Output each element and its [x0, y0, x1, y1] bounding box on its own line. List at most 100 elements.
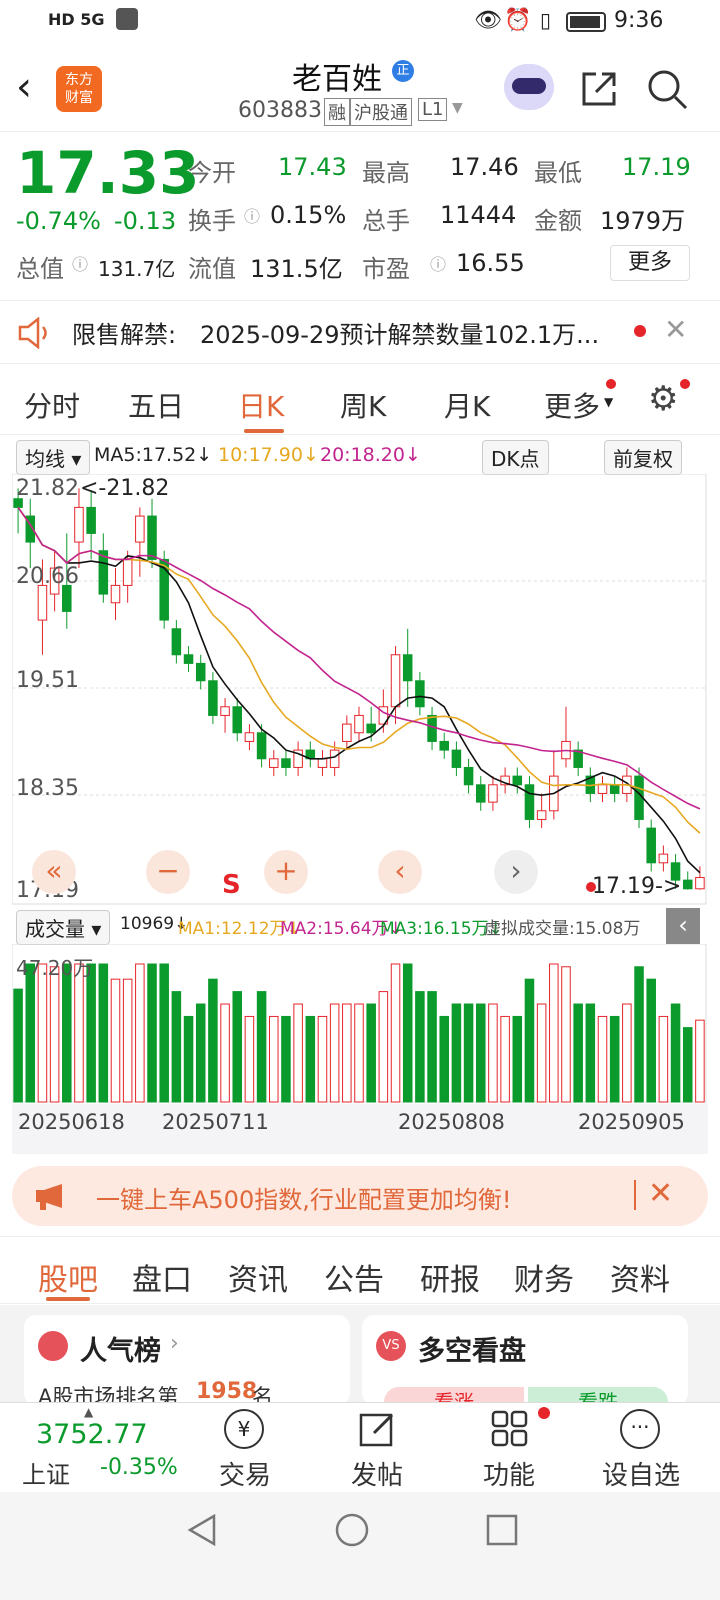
back-icon[interactable] [184, 1512, 220, 1548]
candle [390, 654, 401, 708]
tab-news[interactable]: 资讯 [228, 1255, 288, 1299]
float-label: 流值 [188, 255, 236, 283]
candle [269, 758, 279, 768]
vibrate-icon: ▯ [540, 8, 552, 32]
tab-forum[interactable]: 股吧 [38, 1255, 98, 1299]
megaphone-icon [36, 1184, 62, 1210]
dropdown-icon[interactable]: ▼ [452, 100, 463, 116]
tab-weekly-k[interactable]: 周K [340, 385, 386, 425]
tab-monthly-k[interactable]: 月K [444, 385, 490, 425]
home-icon[interactable] [334, 1512, 370, 1548]
volume-bar [244, 1015, 255, 1103]
back-arrow-icon[interactable]: ‹ [16, 64, 32, 110]
volume-bar [183, 1015, 194, 1103]
post-button[interactable]: 发帖 [322, 1403, 432, 1493]
level-tag: L1 [418, 98, 448, 121]
zoom-in-icon[interactable]: + [264, 850, 308, 894]
volume-bar [634, 966, 644, 1103]
volume-bar [13, 988, 23, 1103]
volume-bar [585, 1003, 596, 1103]
candle [317, 758, 328, 768]
chart-icon [38, 1331, 68, 1361]
volume-bar [573, 1003, 583, 1103]
eye-icon: 👁 [474, 8, 502, 33]
volume-bar [147, 963, 157, 1103]
scroll-left-icon[interactable]: ‹ [378, 850, 422, 894]
candle [658, 853, 669, 864]
tab-profile[interactable]: 资料 [610, 1255, 670, 1299]
stock-name: 老百姓 [292, 62, 382, 97]
unlock-notice[interactable]: 限售解禁: 2025-09-29预计解禁数量102.1万... ✕ [0, 300, 720, 364]
volume-bar [378, 991, 389, 1103]
tab-underline [46, 1297, 90, 1301]
adjust-button[interactable]: 前复权 [604, 440, 682, 475]
tab-underline [244, 429, 284, 433]
status-bar: HD 5G 👁 ⏰ ▯ 9:36 [0, 0, 720, 44]
watchlist-button[interactable]: ··· 设自选 [586, 1403, 696, 1493]
candle [62, 584, 72, 612]
index-ticker[interactable]: ▲ 3752.77 上证 -0.35% [0, 1403, 180, 1493]
zoom-out-icon[interactable]: − [146, 850, 190, 894]
trade-button[interactable]: ¥ 交易 [190, 1403, 300, 1493]
notification-icon [116, 8, 138, 30]
alarm-icon: ⏰ [504, 8, 532, 33]
candle [256, 732, 267, 760]
gear-icon[interactable]: ⚙ [648, 379, 678, 419]
volume-bar [427, 991, 437, 1103]
chevron-right-icon: › [170, 1331, 179, 1356]
volume-bar [609, 1015, 620, 1103]
tab-announcements[interactable]: 公告 [324, 1255, 384, 1299]
popularity-card[interactable]: 人气榜 › A股市场排名第 1958 名 [24, 1315, 350, 1409]
clock: 9:36 [614, 8, 664, 33]
red-dot [680, 379, 690, 389]
close-icon[interactable]: ✕ [664, 313, 687, 346]
tab-five-day[interactable]: 五日 [128, 385, 184, 425]
functions-button[interactable]: 功能 [454, 1403, 564, 1493]
change-amount: -0.13 [114, 207, 177, 235]
ai-robot-icon[interactable] [504, 64, 554, 110]
tab-intraday[interactable]: 分时 [24, 385, 80, 425]
volume-bar [597, 1015, 608, 1103]
close-icon[interactable]: ✕ [648, 1176, 673, 1211]
amount-value: 1979万 [600, 207, 686, 235]
dk-point-button[interactable]: DK点 [482, 440, 549, 475]
open-label: 今开 [188, 159, 236, 187]
scroll-right-icon[interactable]: › [494, 850, 538, 894]
recents-icon[interactable] [484, 1512, 520, 1548]
volume-chart[interactable]: 47.20万 [12, 944, 708, 1104]
search-icon[interactable] [646, 68, 690, 112]
tab-finance[interactable]: 财务 [514, 1255, 574, 1299]
candlestick-chart[interactable]: 21.82 <-21.82 20.66 19.51 18.35 17.19 17… [12, 474, 708, 906]
indicator-select[interactable]: 均线 ▾ [16, 440, 91, 475]
tab-research[interactable]: 研报 [420, 1255, 480, 1299]
volume-bar [256, 991, 267, 1103]
info-icon[interactable]: ⓘ [244, 203, 260, 227]
collapse-button[interactable]: ‹ [666, 908, 700, 944]
scroll-left-fast-icon[interactable]: « [32, 850, 76, 894]
date-axis: 20250618 20250711 20250808 20250905 [12, 1104, 708, 1154]
tab-more[interactable]: 更多 [544, 385, 600, 425]
info-icon[interactable]: ⓘ [72, 251, 88, 275]
red-dot [634, 325, 646, 337]
ma5-value: MA5:17.52↓ [94, 444, 213, 466]
promo-banner[interactable]: 一键上车A500指数,行业配置更加均衡! ✕ [12, 1166, 708, 1226]
candle [402, 654, 413, 682]
date-label: 20250618 [18, 1110, 125, 1134]
volume-bar [536, 1003, 547, 1103]
sentiment-title: 多空看盘 [418, 1336, 526, 1367]
more-button[interactable]: 更多 [610, 245, 690, 281]
stock-code: 603883 [238, 98, 322, 123]
tab-daily-k[interactable]: 日K [238, 385, 284, 425]
volume-svg [12, 944, 707, 1103]
date-label: 20250905 [578, 1110, 685, 1134]
tab-orderbook[interactable]: 盘口 [132, 1255, 192, 1299]
candle [37, 584, 48, 621]
share-icon[interactable] [578, 68, 620, 110]
volume-max-label: 47.20万 [16, 956, 94, 980]
sentiment-card[interactable]: VS 多空看盘 看涨 看跌 [362, 1315, 688, 1417]
candle [463, 766, 474, 786]
volume-select[interactable]: 成交量 ▾ [16, 910, 111, 945]
volume-bar [49, 966, 60, 1103]
low-value: 17.19 [622, 153, 691, 181]
info-icon[interactable]: ⓘ [430, 251, 446, 275]
